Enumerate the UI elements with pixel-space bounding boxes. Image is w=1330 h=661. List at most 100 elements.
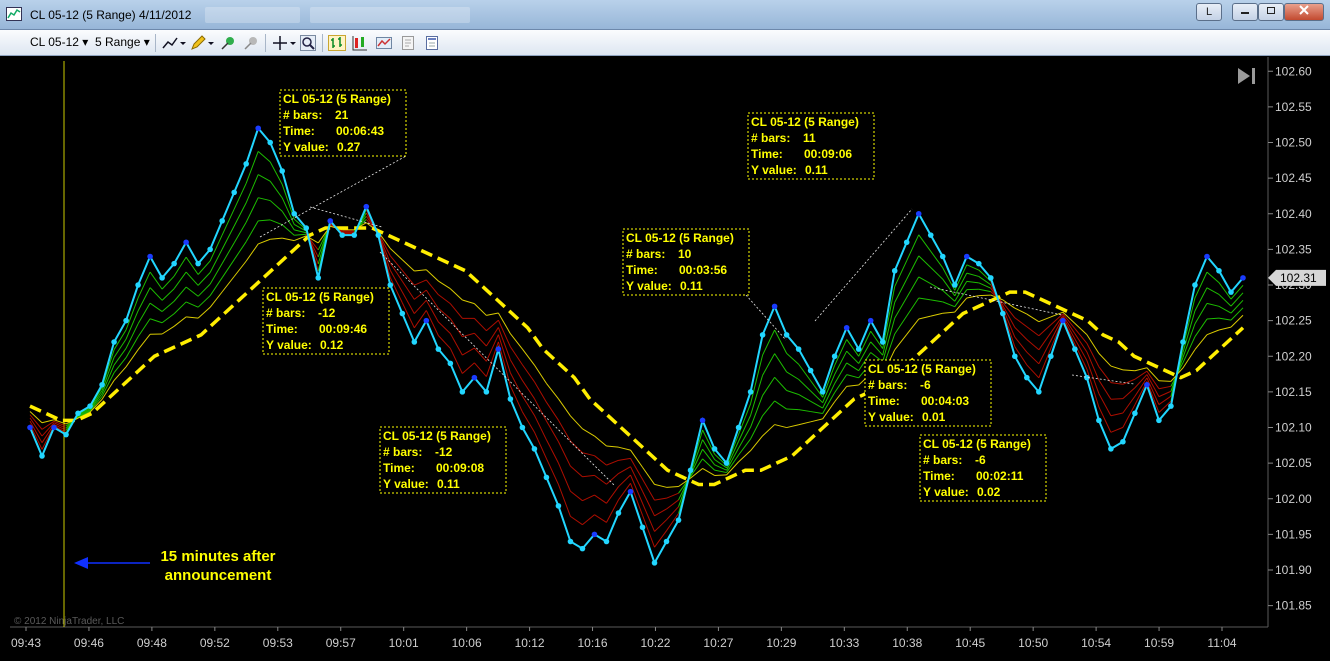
y-tick-label: 102.55 <box>1275 100 1312 114</box>
restore-icon <box>1266 5 1276 15</box>
price-point <box>159 275 165 281</box>
price-point <box>51 425 57 431</box>
price-point <box>315 275 321 281</box>
price-point <box>291 211 297 217</box>
measure-time-label: Time: <box>383 461 415 475</box>
properties-icon[interactable] <box>400 35 416 51</box>
y-tick-label: 102.45 <box>1275 171 1312 185</box>
instrument-label: CL 05-12 <box>30 35 79 49</box>
measure-y-value: 0.11 <box>437 477 460 491</box>
measure-title: CL 05-12 (5 Range) <box>923 437 1031 451</box>
price-point <box>363 204 369 210</box>
price-point <box>652 560 658 566</box>
measure-time-label: Time: <box>283 124 315 138</box>
price-point <box>1024 375 1030 381</box>
indicators-icon[interactable] <box>352 35 368 51</box>
price-point <box>796 346 802 352</box>
crosshair-icon[interactable] <box>272 35 296 51</box>
price-point <box>111 339 117 345</box>
measure-y-label: Y value: <box>868 410 914 424</box>
copyright-text: © 2012 NinjaTrader, LLC <box>14 616 124 627</box>
price-point <box>267 140 273 146</box>
minimize-button[interactable] <box>1232 3 1258 21</box>
chart-canvas[interactable]: 102.60102.55102.50102.45102.40102.35102.… <box>10 57 1330 656</box>
price-point <box>1228 289 1234 295</box>
price-point <box>604 539 610 545</box>
callout-text-line1: 15 minutes after <box>160 548 275 565</box>
y-tick-label: 102.05 <box>1275 456 1312 470</box>
price-point <box>592 532 598 538</box>
price-point <box>868 318 874 324</box>
y-tick-label: 102.15 <box>1275 385 1312 399</box>
x-tick-label: 10:29 <box>766 636 796 650</box>
instrument-selector[interactable]: CL 05-12 ▾ <box>30 35 88 49</box>
x-tick-label: 09:48 <box>137 636 167 650</box>
measure-time-label: Time: <box>626 263 658 277</box>
price-point <box>916 211 922 217</box>
measure-time-value: 00:02:11 <box>976 469 1024 483</box>
measure-title: CL 05-12 (5 Range) <box>383 429 491 443</box>
ribbon-segment <box>1159 381 1171 382</box>
price-point <box>1060 318 1066 324</box>
price-point <box>1156 418 1162 424</box>
measure-title: CL 05-12 (5 Range) <box>283 92 391 106</box>
measure-time-label: Time: <box>923 469 955 483</box>
y-tick-label: 102.60 <box>1275 64 1312 78</box>
unpin-icon[interactable] <box>243 35 259 51</box>
price-point <box>976 261 982 267</box>
bar-style-icon[interactable] <box>328 35 346 51</box>
price-point <box>664 539 670 545</box>
x-tick-label: 10:54 <box>1081 636 1111 650</box>
measure-y-label: Y value: <box>283 140 329 154</box>
measure-y-label: Y value: <box>751 163 797 177</box>
price-point <box>640 524 646 530</box>
measure-time-label: Time: <box>266 322 298 336</box>
measure-bars-label: # bars: <box>751 131 790 145</box>
drawing-tools-icon[interactable] <box>162 35 186 51</box>
price-point <box>952 282 958 288</box>
price-point <box>327 218 333 224</box>
measure-y-label: Y value: <box>383 477 429 491</box>
price-point <box>39 453 45 459</box>
maximize-button[interactable] <box>1258 3 1284 21</box>
measure-bars-label: # bars: <box>923 453 962 467</box>
price-point <box>556 503 562 509</box>
price-point <box>400 311 406 317</box>
measure-y-label: Y value: <box>266 338 312 352</box>
price-chart[interactable]: 102.60102.55102.50102.45102.40102.35102.… <box>10 57 1330 656</box>
price-point <box>880 339 886 345</box>
price-point <box>772 304 778 310</box>
link-mode-button[interactable]: L <box>1196 3 1222 21</box>
chart-app-icon <box>6 7 22 21</box>
measure-y-value: 0.12 <box>320 338 344 352</box>
price-point <box>724 460 730 466</box>
price-point <box>544 475 550 481</box>
period-selector[interactable]: 5 Range ▾ <box>95 35 150 49</box>
close-button[interactable] <box>1284 3 1324 21</box>
data-box-icon[interactable] <box>424 35 440 51</box>
price-point <box>1012 353 1018 359</box>
price-point <box>892 268 898 274</box>
pencil-icon[interactable] <box>190 35 214 51</box>
price-point <box>1132 410 1138 416</box>
zoom-icon[interactable] <box>300 35 316 51</box>
measure-y-label: Y value: <box>626 279 672 293</box>
measure-bars-value: -12 <box>318 306 336 320</box>
price-point <box>231 190 237 196</box>
pin-icon[interactable] <box>220 35 236 51</box>
x-tick-label: 10:50 <box>1018 636 1048 650</box>
price-point <box>75 410 81 416</box>
price-point <box>448 361 454 367</box>
price-point <box>279 168 285 174</box>
measure-y-value: 0.27 <box>337 140 361 154</box>
scroll-to-end-bar <box>1252 68 1255 84</box>
measure-time-label: Time: <box>751 147 783 161</box>
price-point <box>484 389 490 395</box>
price-point <box>1000 311 1006 317</box>
price-point <box>820 389 826 395</box>
measure-bars-value: 21 <box>335 108 349 122</box>
x-tick-label: 10:45 <box>955 636 985 650</box>
price-point <box>1168 403 1174 409</box>
measure-time-value: 00:09:46 <box>319 322 367 336</box>
strategies-icon[interactable] <box>376 35 392 51</box>
